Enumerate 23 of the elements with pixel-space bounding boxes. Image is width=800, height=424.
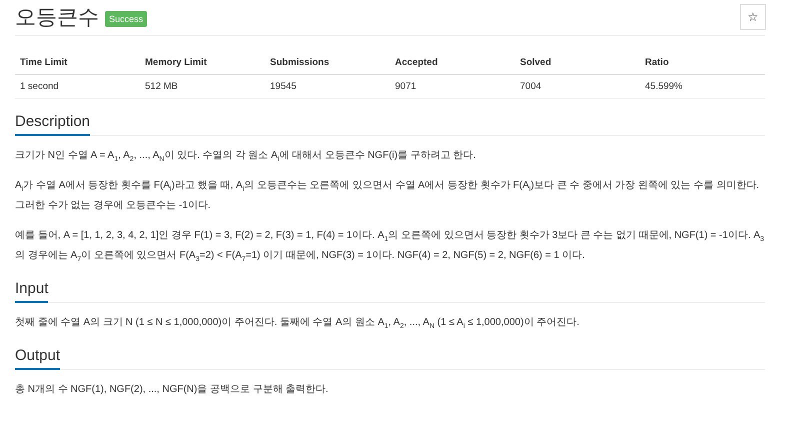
section-heading: Input	[15, 280, 48, 303]
table-cell: 1 second	[15, 74, 140, 98]
table-cell: 7004	[515, 74, 640, 98]
table-cell: 19545	[265, 74, 390, 98]
paragraph: 크기가 N인 수열 A = A$_{1}$, A$_{2}$, ..., A$_{N}$이 있다. 수열의 각 원소 A$_{i}$에 대해서 오등큰수 NGF(i)를 구하려고 한다.	[15, 149, 477, 165]
paragraph: 첫째 줄에 수열 A의 크기 N (1 ≤ N ≤ 1,000,000)이 주어진다. 둘째에 수열 A의 원소 A$_{1}$, A$_{2}$, ..., A$_{N}$ (1 ≤ A$_{i}$ ≤ 1,000,000)이 주어진다.	[15, 316, 580, 332]
column-header: Submissions	[265, 52, 390, 74]
column-header: Solved	[515, 52, 640, 74]
star-button[interactable]: ☆	[740, 4, 766, 30]
paragraph: 예를 들어, A = [1, 1, 2, 3, 4, 2, 1]인 경우 F(1) = 3, F(2) = 2, F(3) = 1, F(4) = 1이다. A$_{1}$의 오른쪽에 있으면서 등장한 횟수가 3보다 큰 수는 없기 때문에, NGF(1) = -1이다. A$_{3}$의 경우에는 A$_{7}$이 오른쪽에 있으면서 F(A$_{3}$=2) < F(A$_{7}$=1) 이기 때문에, NGF(3) = 1이다. NGF(4) = 2, NGF(5) = 2, NGF(6) = 1 이다.	[15, 229, 765, 265]
section-heading: Output	[15, 347, 60, 370]
column-header: Accepted	[390, 52, 515, 74]
section-heading: Description	[15, 113, 90, 136]
paragraph: 총 N개의 수 NGF(1), NGF(2), ..., NGF(N)을 공백으로 구분해 출력한다.	[15, 383, 330, 397]
status-badge: Success	[105, 11, 148, 27]
column-header: Ratio	[640, 52, 765, 74]
paragraph: A$_{i}$가 수열 A에서 등장한 횟수를 F(A$_{i}$)라고 했을 때, A$_{i}$의 오등큰수는 오른쪽에 있으면서 수열 A에서 등장한 횟수가 F(A$_{i}$)보다 큰 수 중에서 가장 왼쪽에 있는 수를 의미한다. 그러한 수가 없는 경우에 오등큰수는 -1이다.	[15, 179, 760, 213]
column-header: Memory Limit	[140, 52, 265, 74]
column-header: Time Limit	[15, 52, 140, 74]
table-cell: 512 MB	[140, 74, 265, 98]
table-cell: 45.599%	[640, 74, 765, 98]
problem-title: 오등큰수	[15, 5, 99, 31]
table-cell: 9071	[390, 74, 515, 98]
